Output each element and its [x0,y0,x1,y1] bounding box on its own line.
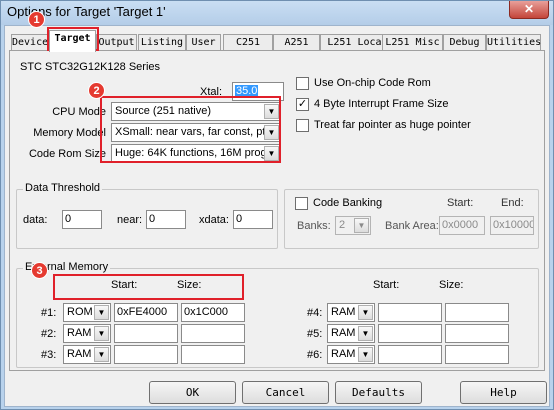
near-input[interactable]: 0 [146,210,186,229]
ext-row-2-type: RAM [67,327,92,339]
ext-row-6-label: #6: [307,349,323,361]
tab-l251-misc[interactable]: L251 Misc [382,34,443,51]
ext-row-3-label: #3: [41,349,57,361]
xdata-input[interactable]: 0 [233,210,273,229]
ext-row-6-type-select[interactable]: RAM ▼ [327,345,375,364]
data-threshold-title: Data Threshold [23,182,103,194]
tab-debug[interactable]: Debug [443,34,486,51]
interrupt-frame-checkbox[interactable]: ✓ [296,98,309,111]
chevron-down-icon[interactable]: ▼ [94,326,109,341]
ext-row-6-type: RAM [331,348,356,360]
ext-row-2-label: #2: [41,328,57,340]
chevron-down-icon[interactable]: ▼ [94,305,109,320]
xdata-label: xdata: [199,214,229,226]
data-input[interactable]: 0 [62,210,102,229]
chevron-down-icon[interactable]: ▼ [94,347,109,362]
device-name: STC STC32G12K128 Series [20,61,161,73]
annotation-badge-2: 2 [88,82,105,99]
tab-output[interactable]: Output [96,34,137,51]
ext-row-3-type: RAM [67,348,92,360]
options-dialog: Options for Target 'Target 1' ✕ Device T… [0,0,554,410]
ext-row-4-type: RAM [331,306,356,318]
ext-row-4-start-input[interactable] [378,303,442,322]
ext-size-header-right: Size: [439,279,464,291]
cpu-mode-label: CPU Mode [52,106,106,118]
chevron-down-icon[interactable]: ▼ [358,305,373,320]
bank-area-label: Bank Area: [385,220,439,232]
ext-row-2-size-input[interactable] [181,324,245,343]
help-button[interactable]: Help [460,381,547,404]
ext-row-4-size-input[interactable] [445,303,509,322]
interrupt-frame-label: 4 Byte Interrupt Frame Size [314,98,449,110]
ext-row-4-type-select[interactable]: RAM ▼ [327,303,375,322]
ext-row-3-type-select[interactable]: RAM ▼ [63,345,111,364]
code-banking-group: Code Banking Start: End: Banks: 2 ▼ Bank… [284,189,539,249]
tab-user[interactable]: User [186,34,221,51]
banks-value: 2 [339,219,346,231]
ext-row-1-type-select[interactable]: ROM ▼ [63,303,111,322]
tab-listing[interactable]: Listing [138,34,186,51]
tab-device[interactable]: Device [11,34,49,51]
bank-start-input[interactable]: 0x0000 [439,216,485,235]
ext-row-4-label: #4: [307,307,323,319]
close-button[interactable]: ✕ [509,1,549,19]
data-threshold-group: Data Threshold data: 0 near: 0 xdata: 0 [16,182,278,249]
check-icon: ✓ [297,98,308,110]
bank-start-header: Start: [447,197,474,209]
ext-row-6-size-input[interactable] [445,345,509,364]
data-label: data: [23,214,48,226]
chevron-down-icon[interactable]: ▼ [358,347,373,362]
defaults-button[interactable]: Defaults [335,381,422,404]
code-rom-size-label: Code Rom Size [28,148,106,160]
ext-row-5-label: #5: [307,328,323,340]
use-onchip-code-rom-label: Use On-chip Code Rom [314,77,431,89]
annotation-badge-1: 1 [28,11,45,28]
far-pointer-checkbox[interactable] [296,119,309,132]
use-onchip-code-rom-checkbox[interactable] [296,77,309,90]
bank-end-header: End: [501,197,524,209]
close-icon[interactable]: ✕ [524,2,534,16]
bank-end-input[interactable]: 0x10000 [490,216,534,235]
ext-row-5-size-input[interactable] [445,324,509,343]
code-banking-label: Code Banking [313,197,383,209]
ok-button[interactable]: OK [149,381,236,404]
near-label: near: [117,214,143,226]
annotation-box-cpu-settings [100,96,281,163]
ext-row-2-start-input[interactable] [114,324,178,343]
ext-row-1-size-input[interactable]: 0x1C000 [181,303,245,322]
ext-row-3-size-input[interactable] [181,345,245,364]
tab-a251[interactable]: A251 [273,34,320,51]
ext-row-1-start-input[interactable]: 0xFE4000 [114,303,178,322]
title-bar: Options for Target 'Target 1' ✕ [1,1,553,25]
ext-start-header-right: Start: [373,279,400,291]
banks-label: Banks: [297,220,331,232]
dialog-client: Device Target Output Listing User C251 A… [4,25,550,407]
annotation-box-external-memory [53,274,244,300]
code-banking-checkbox[interactable] [295,197,308,210]
far-pointer-label: Treat far pointer as huge pointer [314,119,471,131]
annotation-badge-3: 3 [31,262,48,279]
tab-utilities[interactable]: Utilities [486,34,541,51]
memory-model-label: Memory Model [33,127,106,139]
chevron-down-icon[interactable]: ▼ [354,218,369,233]
banks-select[interactable]: 2 ▼ [335,216,371,235]
ext-row-3-start-input[interactable] [114,345,178,364]
chevron-down-icon[interactable]: ▼ [358,326,373,341]
ext-row-2-type-select[interactable]: RAM ▼ [63,324,111,343]
tab-target[interactable]: Target [49,30,96,52]
ext-row-5-type-select[interactable]: RAM ▼ [327,324,375,343]
tab-c251[interactable]: C251 [223,34,273,51]
ext-row-5-type: RAM [331,327,356,339]
ext-row-6-start-input[interactable] [378,345,442,364]
ext-row-1-type: ROM [67,306,93,318]
ext-row-1-label: #1: [41,307,57,319]
cancel-button[interactable]: Cancel [242,381,329,404]
ext-row-5-start-input[interactable] [378,324,442,343]
